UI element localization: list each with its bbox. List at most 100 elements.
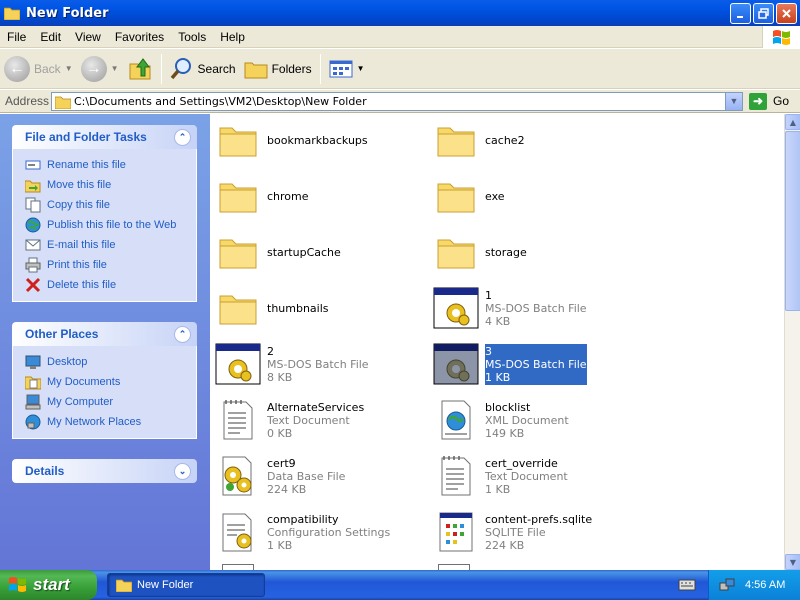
close-button[interactable] (776, 3, 797, 24)
folders-button[interactable]: Folders (240, 52, 316, 86)
file-item[interactable]: AlternateServices Text Document 0 KB (214, 394, 434, 446)
file-folder-tasks-header[interactable]: File and Folder Tasks ⌃ (12, 125, 197, 149)
file-folder-tasks-panel: File and Folder Tasks ⌃ Rename this file… (12, 125, 197, 302)
views-dropdown-icon[interactable]: ▼ (357, 64, 365, 73)
other-places-header[interactable]: Other Places ⌃ (12, 322, 197, 346)
close-icon (782, 9, 791, 18)
file-item-selected[interactable]: 3 MS-DOS Batch File 1 KB (432, 338, 652, 390)
place-label: My Documents (47, 376, 121, 388)
task-label: Print this file (47, 259, 107, 271)
search-button[interactable]: Search (166, 52, 240, 86)
toolbar: ← Back ▼ → ▼ Search Folders ▼ (0, 49, 800, 89)
rename-file-link[interactable]: Rename this file (25, 155, 196, 175)
file-type: XML Document (485, 413, 569, 427)
taskbar-window-label: New Folder (137, 579, 194, 591)
details-header[interactable]: Details ⌄ (12, 459, 197, 483)
keyboard-icon[interactable] (678, 578, 696, 592)
menu-help[interactable]: Help (213, 30, 252, 44)
restore-button[interactable] (753, 3, 774, 24)
scroll-thumb[interactable] (785, 131, 800, 311)
address-label: Address (5, 94, 50, 108)
forward-button[interactable]: → ▼ (77, 52, 123, 86)
address-dropdown-button[interactable]: ▼ (725, 92, 742, 110)
windows-flag-icon (9, 577, 26, 592)
title-bar[interactable]: New Folder (0, 0, 800, 26)
file-name: 2 (267, 344, 274, 358)
file-item[interactable]: 2 MS-DOS Batch File 8 KB (214, 338, 434, 390)
taskbar-window-new-folder[interactable]: New Folder (107, 573, 265, 597)
file-item[interactable]: exe (432, 170, 652, 222)
file-name: startupCache (267, 245, 341, 259)
print-file-link[interactable]: Print this file (25, 255, 196, 275)
delete-file-link[interactable]: Delete this file (25, 275, 196, 295)
task-label: Delete this file (47, 279, 117, 291)
forward-dropdown-icon[interactable]: ▼ (111, 64, 119, 73)
menu-file[interactable]: File (0, 30, 33, 44)
views-button[interactable]: ▼ (325, 52, 369, 86)
vertical-scrollbar[interactable]: ▲ ▼ (784, 114, 800, 570)
my-network-places-link[interactable]: My Network Places (25, 412, 196, 432)
file-item[interactable]: content-prefs.sqlite SQLITE File 224 KB (432, 506, 652, 558)
menu-edit[interactable]: Edit (33, 30, 68, 44)
file-type: Text Document (485, 469, 568, 483)
desktop-link[interactable]: Desktop (25, 352, 196, 372)
file-size: 0 KB (267, 426, 293, 440)
file-item[interactable]: blocklist XML Document 149 KB (432, 394, 652, 446)
folders-icon (244, 62, 268, 78)
text-document-icon (441, 456, 471, 496)
file-item[interactable]: storage (432, 226, 652, 278)
start-label: start (33, 575, 70, 594)
my-computer-link[interactable]: My Computer (25, 392, 196, 412)
my-documents-link[interactable]: My Documents (25, 372, 196, 392)
file-item[interactable]: cache2 (432, 114, 652, 166)
my-computer-icon (25, 394, 41, 410)
up-folder-button[interactable] (123, 52, 157, 86)
menu-view[interactable]: View (68, 30, 108, 44)
collapse-icon[interactable]: ⌃ (174, 128, 191, 146)
file-item[interactable]: chrome (214, 170, 434, 222)
file-name: content-prefs.sqlite (485, 512, 593, 526)
move-file-link[interactable]: Move this file (25, 175, 196, 195)
file-item[interactable]: cert9 Data Base File 224 KB (214, 450, 434, 502)
address-path: C:\Documents and Settings\VM2\Desktop\Ne… (74, 94, 367, 108)
folder-icon (219, 183, 257, 213)
folder-icon (219, 239, 257, 269)
copy-file-link[interactable]: Copy this file (25, 195, 196, 215)
address-input[interactable]: C:\Documents and Settings\VM2\Desktop\Ne… (51, 91, 743, 111)
network-status-icon[interactable] (719, 577, 735, 593)
file-name: exe (485, 189, 505, 203)
file-size: 224 KB (267, 482, 307, 496)
rename-icon (25, 160, 41, 170)
collapse-icon[interactable]: ⌃ (174, 325, 191, 343)
folder-icon (437, 127, 475, 157)
start-button[interactable]: start (0, 570, 97, 600)
file-size: 8 KB (267, 370, 293, 384)
go-button[interactable]: ➜ Go (749, 92, 790, 110)
email-file-link[interactable]: E-mail this file (25, 235, 196, 255)
scroll-down-button[interactable]: ▼ (785, 554, 800, 570)
file-view[interactable]: bookmarkbackups cache2 chrome exe startu… (210, 114, 784, 570)
file-item[interactable]: startupCache (214, 226, 434, 278)
go-label: Go (773, 94, 790, 108)
file-item[interactable]: compatibility Configuration Settings 1 K… (214, 506, 434, 558)
back-dropdown-icon[interactable]: ▼ (65, 64, 73, 73)
file-item[interactable]: bookmarkbackups (214, 114, 434, 166)
minimize-button[interactable] (730, 3, 751, 24)
clock[interactable]: 4:56 AM (745, 579, 785, 591)
text-document-icon (223, 400, 253, 440)
file-name: 1 (485, 288, 492, 302)
file-item[interactable]: cert_override Text Document 1 KB (432, 450, 652, 502)
file-item[interactable]: 1 MS-DOS Batch File 4 KB (432, 282, 652, 334)
restore-icon (758, 8, 769, 19)
scroll-up-button[interactable]: ▲ (785, 114, 800, 130)
file-item[interactable]: thumbnails (214, 282, 434, 334)
menu-favorites[interactable]: Favorites (108, 30, 171, 44)
expand-icon[interactable]: ⌄ (174, 462, 191, 480)
folder-icon (437, 183, 475, 213)
folder-icon (437, 239, 475, 269)
publish-web-link[interactable]: Publish this file to the Web (25, 215, 196, 235)
file-type: Configuration Settings (267, 525, 391, 539)
back-button[interactable]: ← Back ▼ (0, 52, 77, 86)
menu-tools[interactable]: Tools (171, 30, 213, 44)
batch-file-icon (433, 343, 479, 385)
